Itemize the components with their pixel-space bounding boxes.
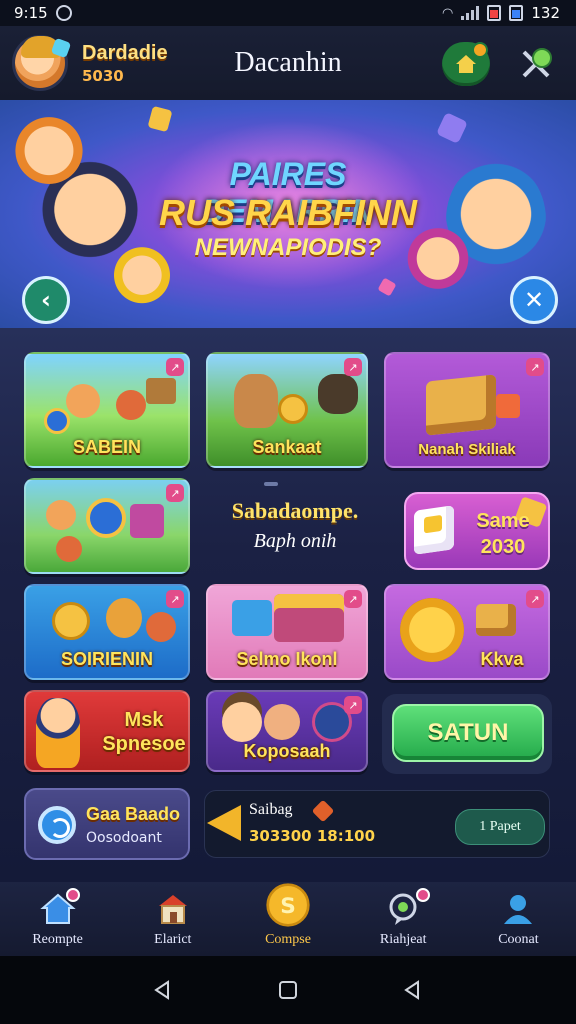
user-name: Dardadie [82,41,168,64]
tile-5-badge-icon: ↗ [166,590,184,608]
score-card-title: Saibag [249,801,293,818]
score-card-value: 303300 18:100 [249,827,376,845]
tile-4-badge-icon: ↗ [166,484,184,502]
home-square-icon [278,981,297,999]
tile-2-badge-icon: ↗ [344,358,362,376]
game-tile-3[interactable]: ↗ Nanah Skiliak [384,352,550,468]
reward-card-title: Gaa Baado [86,804,181,824]
tile-5-label: SOIRIENIN [60,649,153,669]
tile-1-label: SABEIN [72,437,141,457]
notification-icon [55,5,72,21]
tools-icon [522,48,552,78]
sim-icon [487,5,502,21]
gem-icon [311,799,335,823]
tab-compose[interactable]: S Compse [230,882,345,956]
banner-back-button[interactable]: ‹ [22,276,70,324]
user-icon [504,895,533,924]
nav-back-button[interactable] [151,978,175,1002]
tab-chat-badge [415,888,430,902]
game-tile-1[interactable]: ↗ SABEIN [24,352,190,468]
tab-home[interactable]: Reompte [0,882,115,956]
store-icon [158,895,187,924]
user-coins: 5030 [82,66,124,85]
banner-headline-3: NEWNAPIODIS? [194,234,382,261]
status-time: 9:15 [14,4,48,22]
same-card-line1: Same [476,510,530,532]
back-icon: ‹ [41,286,51,314]
battery-icon [509,5,524,21]
tab-account-label: Coonat [498,932,539,947]
coin-icon: S [266,883,310,927]
tab-home-label: Reompte [32,932,83,947]
cube-icon [414,505,454,555]
refresh-icon [38,806,76,844]
avatar[interactable] [12,35,72,91]
tile-9-badge-icon: ↗ [344,696,362,714]
svg-text:S: S [280,894,296,919]
tab-chat-label: Riahjeat [379,932,427,947]
back-triangle-icon [153,980,169,1000]
recents-triangle-icon [404,980,420,1000]
tab-chat[interactable]: Riahjeat [346,882,461,956]
reward-card[interactable]: Gaa Baado Oosodoant [24,788,190,860]
tab-store[interactable]: Elarict [115,882,230,956]
wifi-icon: ◠ [442,5,454,21]
same-card-line2: 2030 [480,536,526,558]
drag-handle[interactable] [264,482,278,486]
tile-7-badge-icon: ↗ [526,590,544,608]
same-card[interactable]: Same 2030 [404,492,550,570]
tile-8-label: Msk Spnesoe [102,709,186,755]
tile-7-label: Kkva [480,649,524,669]
hero-banner[interactable]: PAIRES DEMARRIN RUS RAIBFINN NEWNAPIODIS… [0,100,576,328]
bottom-tab-bar: Reompte Elarict S Compse Riahjeat Coonat [0,882,576,956]
start-panel: SATUN [382,694,552,774]
hero-character-top-left [14,110,84,184]
system-nav-bar [0,956,576,1024]
tile-6-badge-icon: ↗ [344,590,362,608]
game-tile-8[interactable]: Msk Spnesoe [24,690,190,772]
arrow-icon [207,805,241,841]
nav-recents-button[interactable] [401,978,425,1002]
game-tile-4[interactable]: ↗ [24,478,190,574]
tile-3-label: Nanah Skiliak [418,441,516,458]
avatar-badge-icon [50,37,72,59]
start-button[interactable]: SATUN [392,704,544,762]
status-bar: 9:15 ◠ 132 [0,0,576,26]
game-tile-7[interactable]: ↗ Kkva [384,584,550,680]
tab-store-label: Elarict [154,932,192,947]
tab-compose-label: Compse [265,932,311,947]
reward-card-subtitle: Oosodoant [86,830,162,846]
user-info: Dardadie 5030 [82,42,168,85]
tile-9-label: Koposaah [243,741,331,761]
game-tile-6[interactable]: ↗ Selmo Ikonl [206,584,368,680]
home-badge [472,42,488,58]
tile-2-label: Sankaat [252,437,322,457]
home-button[interactable] [442,42,490,86]
tab-account[interactable]: Coonat [461,882,576,956]
promo-title: Sabadaompe. [231,498,359,523]
signal-icon [461,6,480,20]
tile-3-badge-icon: ↗ [526,358,544,376]
banner-headline-2: RUS RAIBFINN [159,192,417,233]
tile-6-label: Selmo Ikonl [236,649,338,669]
game-tile-2[interactable]: ↗ Sankaat [206,352,368,468]
tab-home-badge [66,888,80,902]
score-card: Saibag 303300 18:100 1 Papet [204,790,550,858]
promo-subtitle: Baph onih [253,530,337,552]
score-card-button[interactable]: 1 Papet [455,809,545,845]
banner-close-button[interactable]: ✕ [510,276,558,324]
close-icon: ✕ [523,286,545,314]
game-tile-5[interactable]: ↗ SOIRIENIN [24,584,190,680]
tools-button[interactable] [512,42,560,86]
game-tile-9[interactable]: ↗ Koposaah [206,690,368,772]
promo-text: Sabadaompe. Baph onih [200,498,390,553]
app-header: Dardadie 5030 Dacanhin [0,26,576,100]
same-card-text: Same 2030 [458,508,548,560]
nav-home-button[interactable] [276,978,300,1002]
battery-percent: 132 [531,4,560,22]
tile-1-badge-icon: ↗ [166,358,184,376]
